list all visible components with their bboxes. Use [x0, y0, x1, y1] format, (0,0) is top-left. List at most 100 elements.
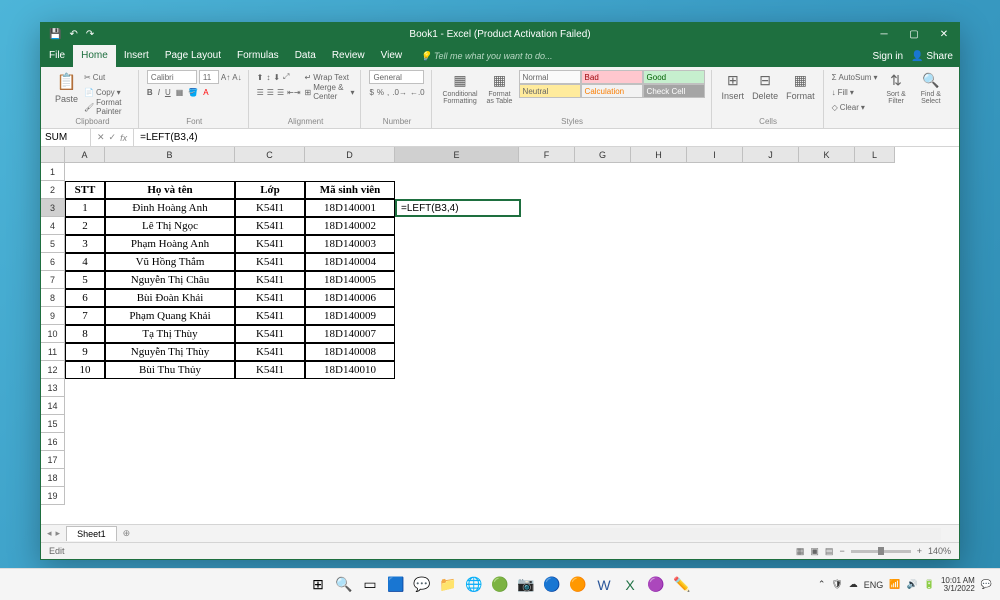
merge-center-button[interactable]: ⊞ Merge & Center ▾: [305, 85, 355, 99]
cell-B6[interactable]: Vũ Hồng Thắm: [105, 253, 235, 271]
row-header-10[interactable]: 10: [41, 325, 65, 343]
column-header-B[interactable]: B: [105, 147, 235, 163]
menu-review[interactable]: Review: [324, 45, 373, 67]
row-header-11[interactable]: 11: [41, 343, 65, 361]
decrease-font-icon[interactable]: A↓: [232, 73, 241, 82]
format-cells-button[interactable]: ▦Format: [784, 70, 817, 103]
font-size-select[interactable]: 11: [199, 70, 219, 84]
border-button[interactable]: ▦: [176, 88, 184, 97]
cell-A2[interactable]: STT: [65, 181, 105, 199]
app-icon-5[interactable]: 🟣: [644, 573, 668, 597]
tray-clock[interactable]: 10:01 AM 3/1/2022: [941, 577, 975, 593]
column-header-J[interactable]: J: [743, 147, 799, 163]
cells-grid[interactable]: STTHọ và tênLớpMã sinh viên1Đinh Hoàng A…: [65, 163, 959, 524]
cell-B9[interactable]: Phạm Quang Khải: [105, 307, 235, 325]
app-icon-4[interactable]: 🟠: [566, 573, 590, 597]
menu-view[interactable]: View: [373, 45, 411, 67]
currency-icon[interactable]: $: [369, 88, 373, 97]
clear-button[interactable]: ◇ Clear ▾: [832, 100, 878, 114]
cell-C6[interactable]: K54I1: [235, 253, 305, 271]
select-all-corner[interactable]: [41, 147, 65, 163]
row-header-13[interactable]: 13: [41, 379, 65, 397]
cell-D12[interactable]: 18D140010: [305, 361, 395, 379]
indent-icon[interactable]: ⇤⇥: [287, 88, 300, 97]
format-painter-button[interactable]: 🖌 Format Painter: [84, 100, 132, 114]
style-check-cell[interactable]: Check Cell: [643, 84, 705, 98]
menu-file[interactable]: File: [41, 45, 73, 67]
copy-button[interactable]: 📄 Copy ▾: [84, 85, 132, 99]
orientation-icon[interactable]: ⤢: [283, 72, 289, 82]
row-header-8[interactable]: 8: [41, 289, 65, 307]
cell-D2[interactable]: Mã sinh viên: [305, 181, 395, 199]
row-header-7[interactable]: 7: [41, 271, 65, 289]
view-normal-icon[interactable]: ▦: [796, 546, 805, 557]
row-header-16[interactable]: 16: [41, 433, 65, 451]
sheet-nav-last-icon[interactable]: ▸: [56, 528, 61, 539]
tray-chevron-icon[interactable]: ⌃: [818, 579, 826, 590]
cell-D6[interactable]: 18D140004: [305, 253, 395, 271]
edge-icon[interactable]: 🌐: [462, 573, 486, 597]
share-button[interactable]: 👤 Share: [911, 51, 953, 62]
paste-button[interactable]: 📋Paste: [53, 70, 80, 106]
row-header-15[interactable]: 15: [41, 415, 65, 433]
zoom-slider[interactable]: [851, 550, 911, 553]
number-format-select[interactable]: General: [369, 70, 424, 84]
cell-D5[interactable]: 18D140003: [305, 235, 395, 253]
sort-filter-button[interactable]: ⇅Sort & Filter: [881, 70, 910, 107]
fill-color-button[interactable]: 🪣: [188, 88, 198, 97]
cut-button[interactable]: ✂ Cut: [84, 70, 132, 84]
find-select-button[interactable]: 🔍Find & Select: [915, 70, 947, 107]
cell-D8[interactable]: 18D140006: [305, 289, 395, 307]
task-view-icon[interactable]: ▭: [358, 573, 382, 597]
column-header-I[interactable]: I: [687, 147, 743, 163]
cell-D11[interactable]: 18D140008: [305, 343, 395, 361]
app-icon-1[interactable]: 🟢: [488, 573, 512, 597]
tray-notifications-icon[interactable]: 💬: [981, 579, 992, 590]
row-header-4[interactable]: 4: [41, 217, 65, 235]
align-bottom-icon[interactable]: ⬇: [273, 73, 280, 82]
cell-B8[interactable]: Bùi Đoàn Khải: [105, 289, 235, 307]
increase-decimal-icon[interactable]: .0→: [392, 88, 407, 97]
style-calculation[interactable]: Calculation: [581, 84, 643, 98]
tray-battery-icon[interactable]: 🔋: [924, 579, 935, 590]
cell-C11[interactable]: K54I1: [235, 343, 305, 361]
minimize-button[interactable]: ─: [869, 23, 899, 45]
row-header-18[interactable]: 18: [41, 469, 65, 487]
excel-icon[interactable]: X: [618, 573, 642, 597]
row-header-3[interactable]: 3: [41, 199, 65, 217]
cell-C2[interactable]: Lớp: [235, 181, 305, 199]
align-middle-icon[interactable]: ↕: [266, 73, 270, 82]
save-icon[interactable]: 💾: [49, 29, 61, 40]
cell-B7[interactable]: Nguyễn Thị Châu: [105, 271, 235, 289]
style-good[interactable]: Good: [643, 70, 705, 84]
app-icon-2[interactable]: 📷: [514, 573, 538, 597]
search-icon[interactable]: 🔍: [332, 573, 356, 597]
cell-B11[interactable]: Nguyễn Thị Thùy: [105, 343, 235, 361]
cell-B12[interactable]: Bùi Thu Thủy: [105, 361, 235, 379]
cell-A4[interactable]: 2: [65, 217, 105, 235]
cell-A8[interactable]: 6: [65, 289, 105, 307]
menu-insert[interactable]: Insert: [116, 45, 157, 67]
column-header-H[interactable]: H: [631, 147, 687, 163]
column-header-K[interactable]: K: [799, 147, 855, 163]
cell-B5[interactable]: Phạm Hoàng Anh: [105, 235, 235, 253]
chat-icon[interactable]: 💬: [410, 573, 434, 597]
word-icon[interactable]: W: [592, 573, 616, 597]
enter-formula-icon[interactable]: ✓: [109, 132, 117, 143]
cell-B10[interactable]: Tạ Thị Thùy: [105, 325, 235, 343]
undo-icon[interactable]: ↶: [69, 29, 77, 40]
row-header-1[interactable]: 1: [41, 163, 65, 181]
cell-D7[interactable]: 18D140005: [305, 271, 395, 289]
row-header-6[interactable]: 6: [41, 253, 65, 271]
start-icon[interactable]: ⊞: [306, 573, 330, 597]
percent-icon[interactable]: %: [377, 88, 384, 97]
cell-A12[interactable]: 10: [65, 361, 105, 379]
cell-D4[interactable]: 18D140002: [305, 217, 395, 235]
cell-E3[interactable]: =LEFT(B3,4): [395, 199, 521, 217]
cell-B4[interactable]: Lê Thị Ngọc: [105, 217, 235, 235]
zoom-level[interactable]: 140%: [928, 546, 951, 556]
app-icon-3[interactable]: 🔵: [540, 573, 564, 597]
name-box[interactable]: SUM: [41, 129, 91, 146]
cell-C3[interactable]: K54I1: [235, 199, 305, 217]
align-right-icon[interactable]: ☰: [277, 88, 284, 97]
